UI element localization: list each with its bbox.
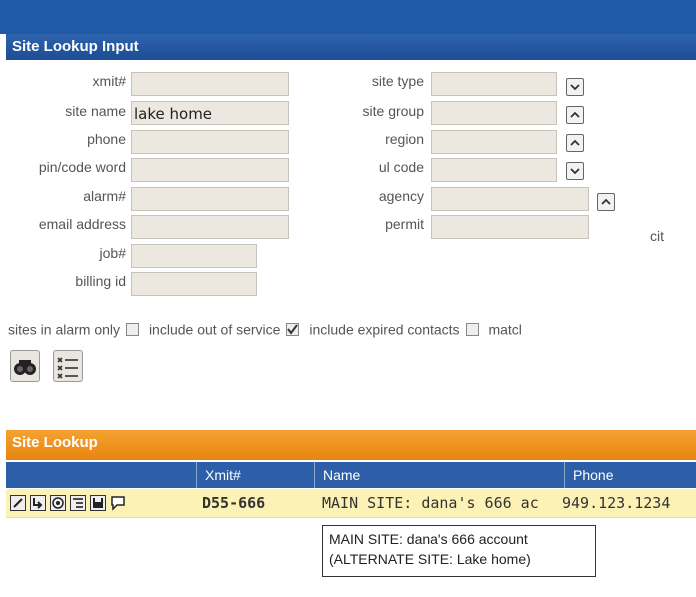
permit-field[interactable] [431, 215, 589, 239]
phone-cell: 949.123.1234 [562, 494, 671, 512]
phone-column-header[interactable]: Phone [564, 462, 696, 488]
sites-in-alarm-checkbox[interactable] [126, 322, 140, 336]
agency-select[interactable] [431, 187, 589, 211]
tooltip-line-2: (ALTERNATE SITE: Lake home) [329, 551, 531, 567]
save-icon[interactable] [90, 495, 106, 511]
site-type-dropdown-button[interactable] [566, 78, 584, 96]
table-row[interactable]: D55-666 MAIN SITE: dana's 666 ac 949.123… [6, 489, 696, 518]
label-region: region [385, 131, 424, 147]
chevron-up-icon [570, 111, 580, 118]
agency-dropdown-button[interactable] [597, 193, 615, 211]
label-alarm: alarm# [83, 188, 126, 204]
ul-code-dropdown-button[interactable] [566, 162, 584, 180]
forward-icon[interactable] [30, 495, 46, 511]
site-group-select[interactable] [431, 101, 557, 125]
label-agency: agency [378, 188, 424, 204]
chevron-up-icon [570, 139, 580, 146]
site-group-dropdown-button[interactable] [566, 106, 584, 124]
binoculars-icon [14, 360, 36, 375]
site-name-field[interactable]: lake home [131, 101, 289, 125]
checklist-icon [57, 357, 78, 379]
billing-id-field[interactable] [131, 272, 257, 296]
region-select[interactable] [431, 130, 557, 154]
name-cell[interactable]: MAIN SITE: dana's 666 ac [322, 489, 560, 517]
label-site-type: site type [371, 73, 424, 89]
comment-icon[interactable] [110, 495, 126, 511]
label-site-group: site group [362, 103, 424, 119]
chevron-down-icon [570, 168, 580, 175]
label-email-address: email address [38, 216, 126, 232]
results-header-row: Xmit# Name Phone [6, 462, 696, 488]
include-expired-contacts-checkbox[interactable] [465, 322, 479, 336]
include-out-of-service-checkbox[interactable] [286, 322, 300, 336]
results-list-button[interactable] [53, 350, 83, 382]
xmit-field[interactable] [131, 72, 289, 96]
checkmark-icon [287, 324, 299, 335]
label-phone: phone [87, 131, 126, 147]
top-bar [0, 0, 696, 34]
actions-column-header [6, 462, 196, 488]
option-out-of-service-label: include out of service [148, 321, 281, 338]
edit-icon[interactable] [10, 495, 26, 511]
label-job: job# [99, 245, 126, 261]
label-billing-id: billing id [75, 273, 126, 289]
label-city-truncated: cit [650, 228, 664, 244]
label-permit: permit [385, 216, 424, 232]
option-expired-contacts-label: include expired contacts [309, 321, 460, 338]
results-title: Site Lookup [6, 430, 696, 460]
option-match-label: matcl [488, 321, 522, 338]
xmit-cell: D55-666 [202, 494, 266, 512]
section-title: Site Lookup Input [6, 34, 696, 60]
phone-field[interactable] [131, 130, 289, 154]
ul-code-select[interactable] [431, 158, 557, 182]
search-button[interactable] [10, 350, 40, 382]
alarm-field[interactable] [131, 187, 289, 211]
xmit-column-header[interactable]: Xmit# [196, 462, 314, 488]
search-options: sites in alarm only include out of servi… [8, 320, 696, 337]
tooltip-line-1: MAIN SITE: dana's 666 account [329, 531, 528, 547]
name-tooltip: MAIN SITE: dana's 666 account (ALTERNATE… [322, 525, 596, 577]
list-icon[interactable] [70, 495, 86, 511]
name-column-header[interactable]: Name [314, 462, 564, 488]
chevron-up-icon [601, 198, 611, 205]
option-sites-in-alarm-label: sites in alarm only [8, 321, 121, 338]
label-xmit: xmit# [92, 73, 126, 89]
region-dropdown-button[interactable] [566, 134, 584, 152]
label-ul-code: ul code [378, 159, 424, 175]
label-site-name: site name [65, 103, 126, 119]
email-address-field[interactable] [131, 215, 289, 239]
dial-icon[interactable] [50, 495, 66, 511]
job-field[interactable] [131, 244, 257, 268]
pin-code-word-field[interactable] [131, 158, 289, 182]
label-pin-code-word: pin/code word [38, 159, 126, 175]
site-type-select[interactable] [431, 72, 557, 96]
chevron-down-icon [570, 84, 580, 91]
